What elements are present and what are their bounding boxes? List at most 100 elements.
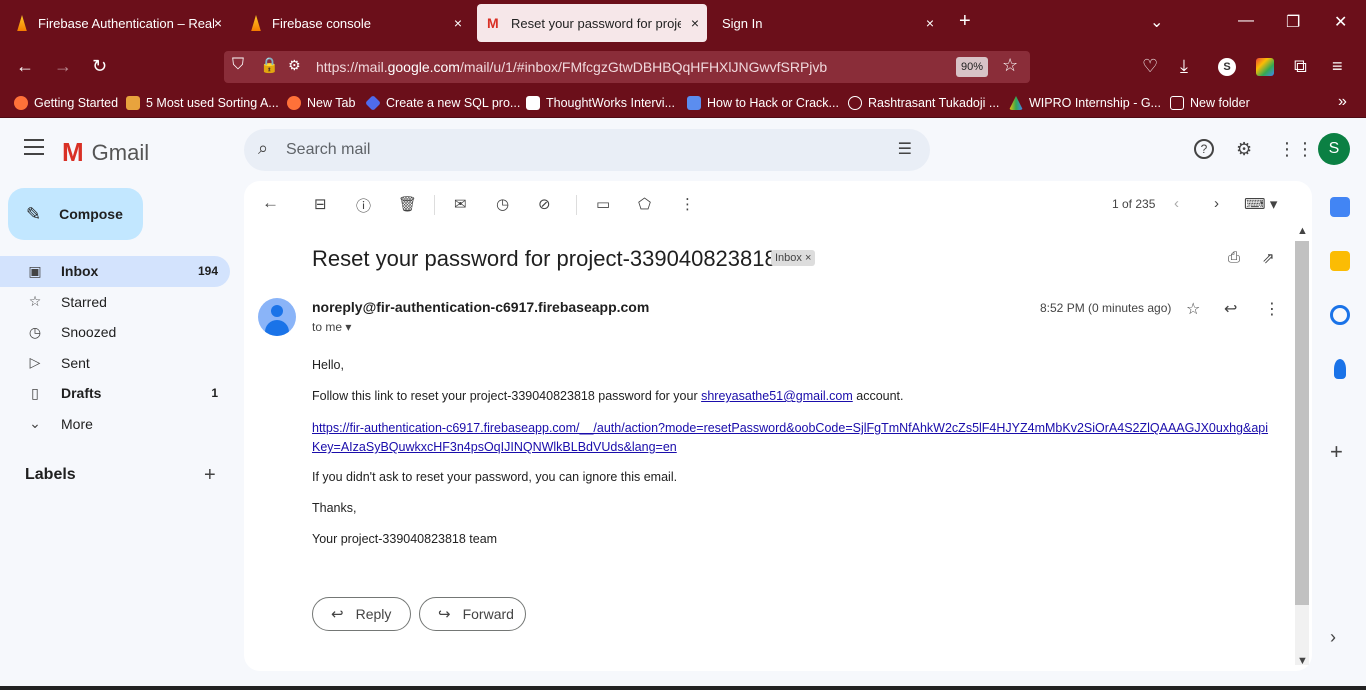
nav-item-starred[interactable]: ☆ Starred xyxy=(0,287,230,318)
bookmark-hack[interactable]: How to Hack or Crack... xyxy=(687,96,839,110)
menu-icon[interactable]: ≡ xyxy=(1332,56,1343,77)
nav-item-inbox[interactable]: ▣ Inbox 194 xyxy=(0,256,230,287)
bookmark-sql[interactable]: Create a new SQL pro... xyxy=(365,95,520,111)
tab-label: Firebase console xyxy=(272,15,371,31)
account-icon[interactable]: S xyxy=(1218,58,1236,76)
scroll-up-icon[interactable]: ▲ xyxy=(1297,225,1308,237)
close-icon[interactable]: × xyxy=(214,15,222,31)
account-avatar[interactable]: S xyxy=(1318,133,1350,165)
newer-icon[interactable]: ‹ xyxy=(1174,195,1179,212)
permissions-icon[interactable]: ⚙ xyxy=(288,57,301,74)
tab-firebase-auth[interactable]: Firebase Authentication – Realtim × xyxy=(4,3,230,43)
more-bookmarks-icon[interactable]: » xyxy=(1338,93,1347,111)
downloads-icon[interactable]: ⤓ xyxy=(1180,56,1188,77)
move-to-icon[interactable]: ▭ xyxy=(596,195,610,213)
mark-unread-icon[interactable]: ✉ xyxy=(454,195,467,213)
close-icon[interactable]: × xyxy=(926,15,934,31)
show-side-panel-icon[interactable]: › xyxy=(1330,627,1350,647)
email-link[interactable]: shreyasathe51@gmail.com xyxy=(701,389,853,403)
remove-label-icon[interactable]: × xyxy=(805,252,811,264)
archive-icon[interactable]: ⊟ xyxy=(314,195,327,213)
gmail-logo[interactable]: M Gmail xyxy=(62,137,149,168)
pocket-icon[interactable]: ♡ xyxy=(1142,56,1158,77)
inbox-label-chip[interactable]: Inbox × xyxy=(771,250,816,266)
snooze-icon[interactable]: ◷ xyxy=(496,195,509,213)
close-window-icon[interactable]: ✕ xyxy=(1334,12,1347,32)
close-icon[interactable]: × xyxy=(454,15,462,31)
input-tools-icon[interactable]: ⌨ ▾ xyxy=(1244,195,1277,213)
search-bar[interactable]: ⌕ Search mail ☰ xyxy=(244,129,930,171)
reply-button[interactable]: ↩ Reply xyxy=(312,597,411,631)
sender-address[interactable]: noreply@fir-authentication-c6917.firebas… xyxy=(312,299,649,315)
scrollbar-thumb[interactable] xyxy=(1295,241,1309,605)
lock-icon[interactable]: 🔒 xyxy=(260,56,279,74)
address-bar[interactable]: ⛉ 🔒 ⚙ https://mail.google.com/mail/u/1/#… xyxy=(224,51,1030,83)
more-icon[interactable]: ⋮ xyxy=(1264,299,1280,319)
get-addons-icon[interactable]: + xyxy=(1330,439,1350,464)
bookmark-getting-started[interactable]: Getting Started xyxy=(14,96,118,110)
close-icon[interactable]: × xyxy=(691,15,699,31)
url-domain: google.com xyxy=(387,59,460,75)
help-icon[interactable]: ? xyxy=(1194,139,1214,159)
contacts-icon[interactable] xyxy=(1334,359,1346,379)
bookmark-new-tab[interactable]: New Tab xyxy=(287,96,355,110)
scroll-down-icon[interactable]: ▼ xyxy=(1297,655,1308,667)
bookmark-wipro[interactable]: WIPRO Internship - G... xyxy=(1009,96,1161,110)
search-options-icon[interactable]: ☰ xyxy=(898,139,912,159)
compose-button[interactable]: ✎ Compose xyxy=(8,188,143,240)
reply-icon: ↩ xyxy=(331,606,344,623)
folder-nav: ▣ Inbox 194 ☆ Starred ◷ Snoozed ▷ Sent ▯… xyxy=(0,256,230,439)
nav-item-snoozed[interactable]: ◷ Snoozed xyxy=(0,317,230,348)
search-input[interactable]: Search mail xyxy=(286,141,370,159)
search-icon[interactable]: ⌕ xyxy=(258,138,268,159)
sender-avatar[interactable] xyxy=(258,298,296,336)
url-text[interactable]: https://mail.google.com/mail/u/1/#inbox/… xyxy=(316,59,827,75)
bookmark-sorting[interactable]: 5 Most used Sorting A... xyxy=(126,96,279,110)
older-icon[interactable]: › xyxy=(1214,195,1219,212)
nav-item-drafts[interactable]: ▯ Drafts 1 xyxy=(0,378,230,409)
recipient-details[interactable]: to me ▾ xyxy=(312,320,351,334)
browser-nav-bar: ← → ↻ ⛉ 🔒 ⚙ https://mail.google.com/mail… xyxy=(0,46,1366,88)
extensions-puzzle-icon[interactable]: ⧉ xyxy=(1294,56,1307,77)
label-icon[interactable]: ⬠ xyxy=(638,195,651,213)
tab-gmail-reset[interactable]: M Reset your password for project-3 × xyxy=(477,4,707,42)
star-icon: ☆ xyxy=(28,293,42,310)
print-icon[interactable]: ⎙ xyxy=(1228,249,1240,266)
report-spam-icon[interactable]: ⓘ xyxy=(356,195,371,216)
new-tab-icon[interactable]: + xyxy=(959,10,971,33)
add-to-tasks-icon[interactable]: ⊘ xyxy=(538,195,551,213)
bookmark-star-icon[interactable]: ☆ xyxy=(1002,55,1018,76)
zoom-badge[interactable]: 90% xyxy=(956,57,988,77)
extension-icon[interactable] xyxy=(1256,58,1274,76)
tasks-icon[interactable] xyxy=(1330,305,1350,325)
star-icon[interactable]: ☆ xyxy=(1186,299,1200,319)
minimize-icon[interactable]: — xyxy=(1238,12,1254,30)
shield-icon[interactable]: ⛉ xyxy=(232,56,244,74)
greeting: Hello, xyxy=(312,358,344,372)
bookmark-thoughtworks[interactable]: ThoughtWorks Intervi... xyxy=(526,96,675,110)
reply-icon[interactable]: ↩ xyxy=(1224,299,1237,319)
tab-sign-in[interactable]: Sign In × xyxy=(712,3,942,43)
more-options-icon[interactable]: ⋮ xyxy=(680,195,695,213)
main-menu-icon[interactable] xyxy=(24,139,44,160)
bookmark-rashtrasant[interactable]: Rashtrasant Tukadoji ... xyxy=(848,96,999,110)
bookmark-label: Rashtrasant Tukadoji ... xyxy=(868,96,1000,110)
nav-item-more[interactable]: ⌄ More xyxy=(0,409,230,440)
nav-item-sent[interactable]: ▷ Sent xyxy=(0,348,230,379)
bookmark-new-folder[interactable]: New folder xyxy=(1170,96,1250,110)
forward-button[interactable]: ↪ Forward xyxy=(419,597,526,631)
calendar-icon[interactable] xyxy=(1330,197,1350,217)
reload-icon[interactable]: ↻ xyxy=(92,56,107,77)
reset-password-link[interactable]: https://fir-authentication-c6917.firebas… xyxy=(312,419,1276,457)
add-label-icon[interactable]: + xyxy=(204,464,216,487)
delete-icon[interactable]: 🗑 xyxy=(398,195,417,213)
tab-firebase-console[interactable]: Firebase console × xyxy=(238,3,470,43)
restore-icon[interactable]: ❐ xyxy=(1286,12,1300,32)
open-new-window-icon[interactable]: ⇗ xyxy=(1262,249,1275,267)
settings-gear-icon[interactable]: ⚙ xyxy=(1236,139,1252,160)
back-icon[interactable]: ← xyxy=(16,56,34,77)
forward-icon[interactable]: → xyxy=(54,56,72,77)
back-to-inbox-icon[interactable]: ← xyxy=(262,193,279,213)
list-tabs-icon[interactable]: ⌄ xyxy=(1150,12,1163,32)
keep-icon[interactable] xyxy=(1330,251,1350,271)
